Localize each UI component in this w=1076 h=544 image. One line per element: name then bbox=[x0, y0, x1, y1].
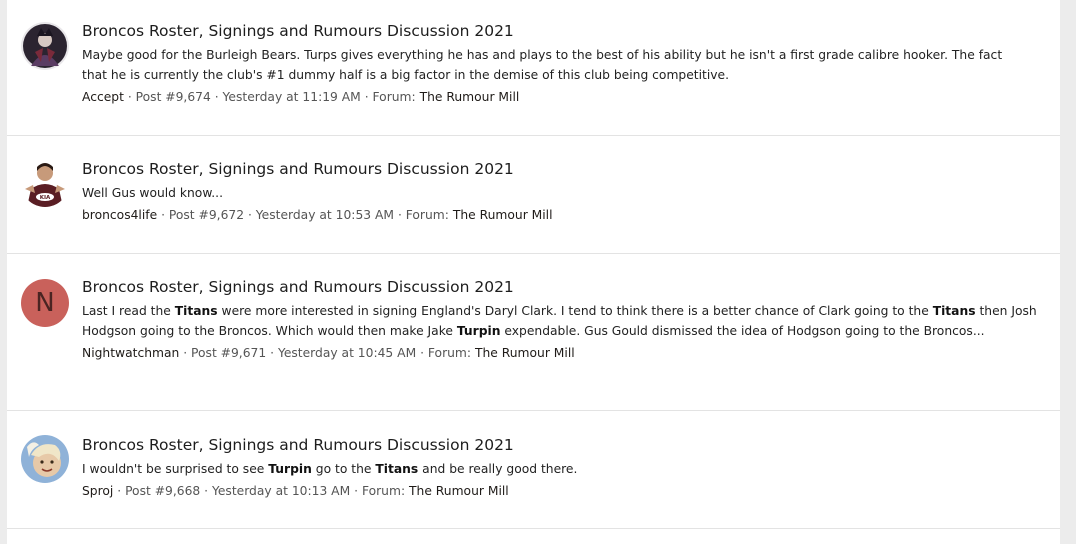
post-number-link[interactable]: Post #9,672 bbox=[169, 208, 244, 222]
avatar[interactable]: N bbox=[21, 279, 69, 327]
post-snippet: I wouldn't be surprised to see Turpin go… bbox=[82, 459, 1047, 479]
post-time: Yesterday at 10:45 AM bbox=[277, 346, 417, 360]
snippet-text: I wouldn't be surprised to see bbox=[82, 462, 269, 476]
avatar-badge: KIA bbox=[40, 195, 51, 201]
snippet-highlight: Turpin bbox=[456, 324, 501, 338]
snippet-text: and be really good there. bbox=[418, 462, 578, 476]
meta-separator: · bbox=[157, 208, 169, 222]
snippet-highlight: Titans bbox=[932, 304, 976, 318]
post-time: Yesterday at 11:19 AM bbox=[222, 90, 361, 104]
post-meta: broncos4life · Post #9,672 · Yesterday a… bbox=[82, 205, 1047, 225]
username-link[interactable]: Nightwatchman bbox=[82, 346, 179, 360]
forum-link[interactable]: The Rumour Mill bbox=[420, 90, 520, 104]
avatar-letter: N bbox=[35, 288, 55, 318]
user-avatar-image-icon bbox=[21, 22, 69, 70]
snippet-text: Last I read the bbox=[82, 304, 175, 318]
post-time: Yesterday at 10:53 AM bbox=[255, 208, 395, 222]
post-time: Yesterday at 10:13 AM bbox=[211, 484, 351, 498]
meta-separator: · bbox=[200, 484, 212, 498]
search-result: KIA Broncos Roster, Signings and Rumours… bbox=[7, 135, 1060, 254]
meta-separator: · bbox=[394, 208, 406, 222]
snippet-text: expendable. Gus Gould dismissed the idea… bbox=[500, 324, 985, 338]
post-meta: Nightwatchman · Post #9,671 · Yesterday … bbox=[82, 343, 1047, 363]
snippet-highlight: Titans bbox=[174, 304, 218, 318]
search-result: Broncos Roster, Signings and Rumours Dis… bbox=[7, 0, 1060, 136]
post-number-link[interactable]: Post #9,674 bbox=[136, 90, 211, 104]
meta-separator: · bbox=[350, 484, 362, 498]
post-snippet: Well Gus would know... bbox=[82, 186, 223, 200]
avatar[interactable] bbox=[21, 435, 69, 483]
post-meta: Accept · Post #9,674 · Yesterday at 11:1… bbox=[82, 87, 1047, 107]
username-link[interactable]: Sproj bbox=[82, 484, 113, 498]
username-link[interactable]: Accept bbox=[82, 90, 124, 104]
meta-separator: · bbox=[123, 90, 136, 104]
meta-separator: · bbox=[416, 346, 428, 360]
forum-link[interactable]: The Rumour Mill bbox=[453, 208, 553, 222]
snippet-line: that he is currently the club's #1 dummy… bbox=[82, 68, 730, 82]
meta-separator: · bbox=[244, 208, 256, 222]
meta-separator: · bbox=[360, 90, 373, 104]
user-avatar-image-icon bbox=[21, 435, 69, 483]
meta-separator: · bbox=[113, 484, 126, 498]
user-avatar-image-icon: KIA bbox=[21, 159, 69, 207]
thread-title[interactable]: Broncos Roster, Signings and Rumours Dis… bbox=[82, 20, 1047, 42]
post-snippet: Last I read the Titans were more interes… bbox=[82, 301, 1047, 341]
thread-title[interactable]: Broncos Roster, Signings and Rumours Dis… bbox=[82, 158, 1047, 180]
post-snippet: Maybe good for the Burleigh Bears. Turps… bbox=[82, 45, 1047, 85]
thread-title[interactable]: Broncos Roster, Signings and Rumours Dis… bbox=[82, 434, 1047, 456]
avatar[interactable]: KIA bbox=[21, 159, 69, 207]
search-results-panel: Broncos Roster, Signings and Rumours Dis… bbox=[7, 0, 1060, 544]
search-result: Broncos Roster, Signings and Rumours Dis… bbox=[7, 410, 1060, 529]
avatar[interactable] bbox=[21, 22, 69, 70]
forum-prefix: Forum: bbox=[427, 346, 472, 360]
forum-prefix: Forum: bbox=[405, 208, 449, 222]
meta-separator: · bbox=[179, 346, 192, 360]
snippet-highlight: Turpin bbox=[268, 462, 312, 476]
post-meta: Sproj · Post #9,668 · Yesterday at 10:13… bbox=[82, 481, 1047, 501]
search-result: N Broncos Roster, Signings and Rumours D… bbox=[7, 253, 1060, 411]
snippet-text: go to the bbox=[311, 462, 376, 476]
thread-title[interactable]: Broncos Roster, Signings and Rumours Dis… bbox=[82, 276, 1047, 298]
username-link[interactable]: broncos4life bbox=[82, 208, 157, 222]
post-number-link[interactable]: Post #9,671 bbox=[191, 346, 266, 360]
snippet-text: were more interested in signing England'… bbox=[217, 304, 933, 318]
meta-separator: · bbox=[210, 90, 223, 104]
meta-separator: · bbox=[266, 346, 278, 360]
forum-prefix: Forum: bbox=[372, 90, 416, 104]
snippet-line: Maybe good for the Burleigh Bears. Turps… bbox=[82, 48, 1003, 62]
forum-prefix: Forum: bbox=[361, 484, 406, 498]
forum-link[interactable]: The Rumour Mill bbox=[409, 484, 509, 498]
snippet-highlight: Titans bbox=[375, 462, 419, 476]
forum-link[interactable]: The Rumour Mill bbox=[475, 346, 575, 360]
post-number-link[interactable]: Post #9,668 bbox=[125, 484, 200, 498]
